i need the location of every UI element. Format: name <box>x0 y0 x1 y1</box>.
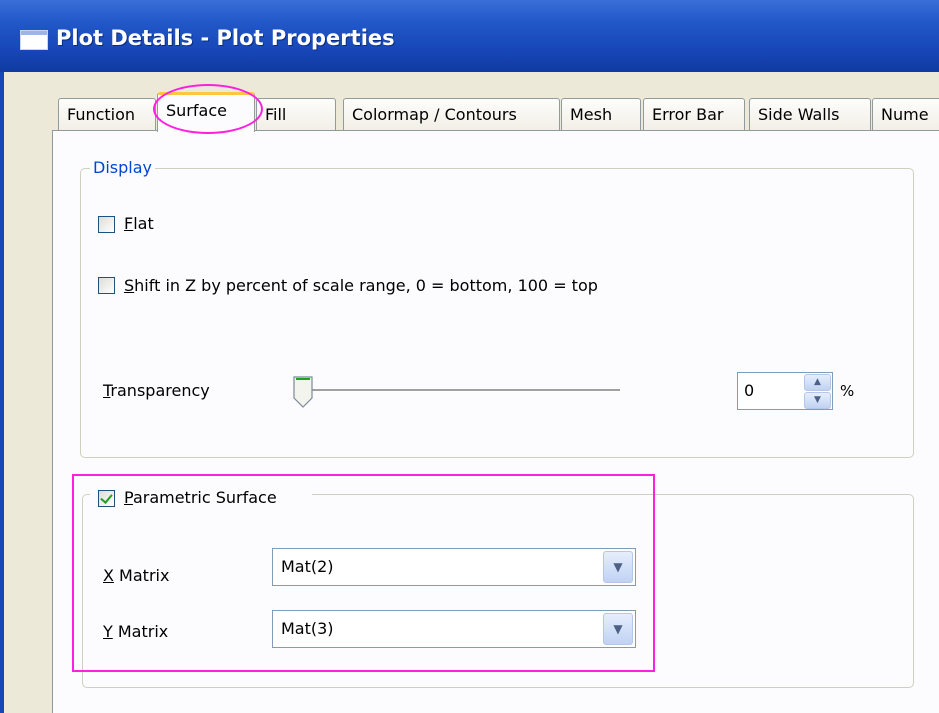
tab-function[interactable]: Function <box>58 98 156 130</box>
flat-label[interactable]: Flat <box>124 214 154 233</box>
display-group-legend: Display <box>90 158 155 177</box>
tab-label: Function <box>67 105 136 124</box>
tab-mesh[interactable]: Mesh <box>561 98 641 130</box>
transparency-label: Transparency <box>103 381 210 400</box>
tab-label: Error Bar <box>652 105 724 124</box>
transparency-label-text: ransparency <box>110 381 210 400</box>
window-icon <box>20 30 48 50</box>
chevron-down-icon: ▼ <box>814 395 821 405</box>
tab-error-bar[interactable]: Error Bar <box>643 98 745 130</box>
shift-z-checkbox[interactable] <box>98 277 115 294</box>
shift-label-text: hift in Z by percent of scale range, 0 =… <box>134 276 598 295</box>
spin-up-button[interactable]: ▲ <box>804 374 831 391</box>
title-bar[interactable]: Plot Details - Plot Properties <box>0 0 939 72</box>
tab-label: Colormap / Contours <box>352 105 517 124</box>
flat-label-text: lat <box>133 214 154 233</box>
chevron-up-icon: ▲ <box>814 377 821 387</box>
transparency-value: 0 <box>744 381 755 400</box>
tab-side-walls[interactable]: Side Walls <box>749 98 871 130</box>
parametric-surface-highlight <box>72 474 655 672</box>
transparency-slider-track[interactable] <box>310 389 620 392</box>
plot-details-window: Plot Details - Plot Properties Function … <box>0 0 939 713</box>
tab-label: Side Walls <box>758 105 840 124</box>
transparency-slider-thumb[interactable] <box>292 376 314 408</box>
tab-fill[interactable]: Fill <box>256 98 336 130</box>
tab-colormap-contours[interactable]: Colormap / Contours <box>343 98 560 130</box>
window-title: Plot Details - Plot Properties <box>56 26 395 50</box>
tab-numeric[interactable]: Nume <box>872 98 939 130</box>
tab-label: Mesh <box>570 105 613 124</box>
tab-label: Fill <box>265 105 287 124</box>
transparency-unit: % <box>840 382 855 400</box>
spin-down-button[interactable]: ▼ <box>804 392 831 409</box>
flat-checkbox[interactable] <box>98 216 115 233</box>
display-group <box>80 168 914 458</box>
flat-label-mnemonic: F <box>124 214 134 233</box>
surface-tab-highlight <box>153 84 263 134</box>
shift-z-label[interactable]: Shift in Z by percent of scale range, 0 … <box>124 276 598 295</box>
tab-label: Nume <box>881 105 929 124</box>
shift-label-mnemonic: S <box>124 276 135 295</box>
